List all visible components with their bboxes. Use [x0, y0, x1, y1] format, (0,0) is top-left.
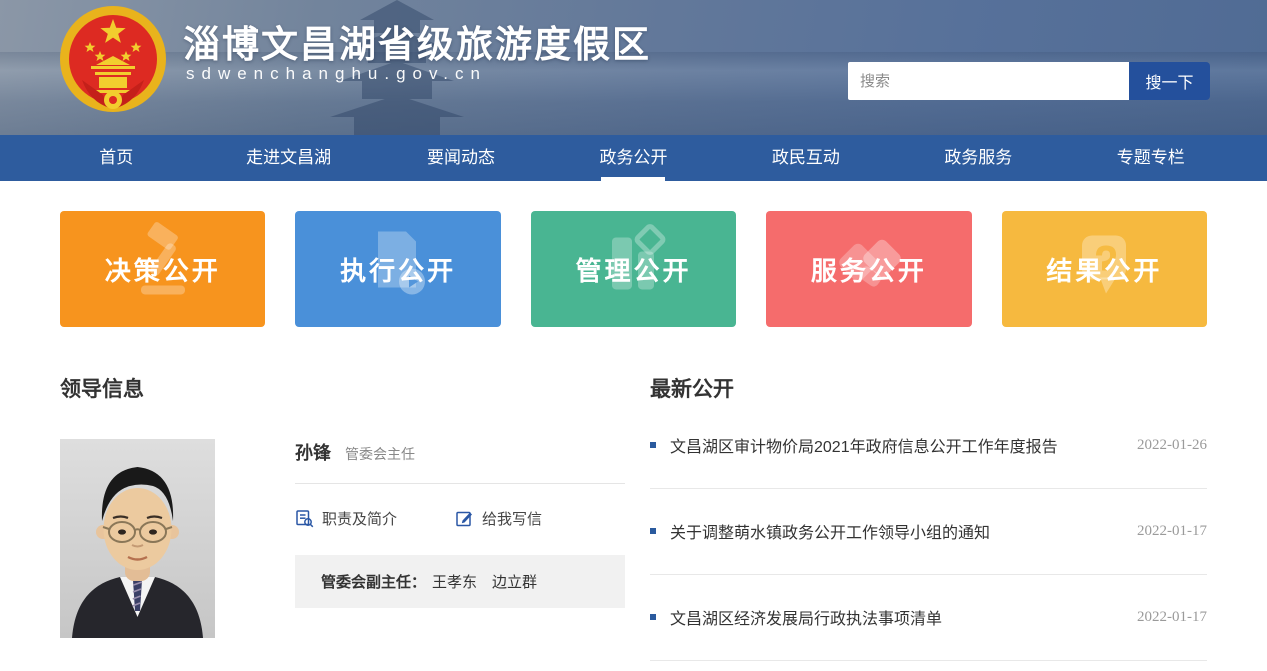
link-write-letter[interactable]: 给我写信	[455, 508, 542, 529]
nav-item-interact[interactable]: 政民互动	[720, 135, 892, 181]
news-item[interactable]: 文昌湖区经济发展局行政执法事项清单 2022-01-17	[650, 575, 1207, 661]
link-label: 给我写信	[482, 508, 542, 529]
news-item[interactable]: 关于调整萌水镇政务公开工作领导小组的通知 2022-01-17	[650, 489, 1207, 575]
tile-label: 结果公开	[1046, 251, 1162, 288]
site-header: 淄博文昌湖省级旅游度假区 sdwenchanghu.gov.cn 搜一下	[0, 0, 1267, 135]
page: 淄博文昌湖省级旅游度假区 sdwenchanghu.gov.cn 搜一下 首页 …	[0, 0, 1267, 661]
site-domain: sdwenchanghu.gov.cn	[186, 64, 487, 84]
news-item[interactable]: 文昌湖区审计物价局2021年政府信息公开工作年度报告 2022-01-26	[650, 403, 1207, 489]
nav-item-services[interactable]: 政务服务	[892, 135, 1064, 181]
leader-card: 孙锋管委会主任 职责及简介	[60, 439, 626, 638]
quick-links-row: 决策公开 执行公开 管理公开	[60, 211, 1207, 327]
deputy-box: 管委会副主任： 王孝东 边立群	[295, 555, 625, 608]
leader-photo	[60, 439, 215, 638]
news-date: 2022-01-17	[1137, 523, 1207, 540]
news-title: 文昌湖区审计物价局2021年政府信息公开工作年度报告	[670, 433, 1121, 457]
news-date: 2022-01-17	[1137, 609, 1207, 626]
tile-management-disclosure[interactable]: 管理公开	[531, 211, 736, 327]
link-label: 职责及简介	[322, 508, 397, 529]
tile-label: 服务公开	[811, 251, 927, 288]
leader-section-title: 领导信息	[60, 373, 626, 403]
bullet-icon	[650, 614, 656, 620]
news-title: 文昌湖区经济发展局行政执法事项清单	[670, 605, 1121, 629]
latest-section-title: 最新公开	[650, 373, 1207, 403]
nav-item-home[interactable]: 首页	[30, 135, 202, 181]
deputy-label: 管委会副主任：	[321, 574, 426, 591]
write-letter-icon	[455, 509, 474, 528]
link-duties-profile[interactable]: 职责及简介	[295, 508, 397, 529]
leader-name: 孙锋	[295, 443, 331, 463]
search-button[interactable]: 搜一下	[1129, 62, 1210, 100]
bullet-icon	[650, 528, 656, 534]
news-list: 文昌湖区审计物价局2021年政府信息公开工作年度报告 2022-01-26 关于…	[650, 403, 1207, 661]
nav-item-about[interactable]: 走进文昌湖	[202, 135, 374, 181]
tile-service-disclosure[interactable]: 服务公开	[766, 211, 971, 327]
main-nav: 首页 走进文昌湖 要闻动态 政务公开 政民互动 政务服务 专题专栏	[0, 135, 1267, 181]
main-content: 领导信息	[60, 327, 1207, 661]
news-title: 关于调整萌水镇政务公开工作领导小组的通知	[670, 519, 1121, 543]
news-date: 2022-01-26	[1137, 437, 1207, 454]
document-search-icon	[295, 509, 314, 528]
leader-section: 领导信息	[60, 327, 626, 661]
nav-item-gov-info[interactable]: 政务公开	[547, 135, 719, 181]
tile-label: 决策公开	[105, 251, 221, 288]
nav-item-news[interactable]: 要闻动态	[375, 135, 547, 181]
tile-execution-disclosure[interactable]: 执行公开	[295, 211, 500, 327]
search-input[interactable]	[848, 62, 1129, 100]
leader-info: 孙锋管委会主任 职责及简介	[295, 439, 625, 638]
leader-links: 职责及简介 给我写信	[295, 508, 625, 529]
nav-item-topics[interactable]: 专题专栏	[1065, 135, 1237, 181]
leader-name-row: 孙锋管委会主任	[295, 439, 625, 465]
leader-title: 管委会主任	[345, 446, 415, 462]
search-box: 搜一下	[848, 62, 1210, 100]
tile-result-disclosure[interactable]: 结果公开	[1002, 211, 1207, 327]
tile-label: 管理公开	[576, 251, 692, 288]
deputy-names: 王孝东 边立群	[432, 574, 537, 591]
tile-decision-disclosure[interactable]: 决策公开	[60, 211, 265, 327]
tile-label: 执行公开	[340, 251, 456, 288]
divider	[295, 483, 625, 484]
site-title: 淄博文昌湖省级旅游度假区	[183, 14, 651, 68]
national-emblem-icon	[58, 4, 168, 114]
bullet-icon	[650, 442, 656, 448]
latest-section: 最新公开 文昌湖区审计物价局2021年政府信息公开工作年度报告 2022-01-…	[650, 327, 1207, 661]
